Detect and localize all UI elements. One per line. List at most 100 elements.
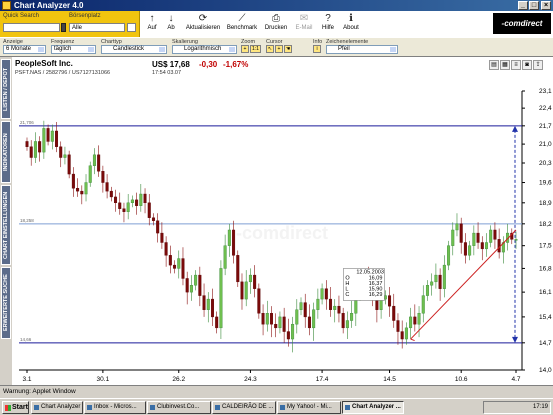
candle <box>135 199 139 206</box>
quick-search-go-button[interactable] <box>61 23 66 32</box>
exchange-search-button[interactable] <box>127 23 136 32</box>
start-button[interactable]: Start <box>2 401 29 414</box>
candle <box>291 323 295 340</box>
candle <box>29 146 33 158</box>
x-tick-label: 3.1 <box>22 376 31 383</box>
candle <box>337 305 341 314</box>
side-tabs: LISTEN / DEPOT INDIKATOREN CHART EINSTEL… <box>0 57 12 385</box>
benchmark-icon: ⟋ <box>238 13 246 24</box>
exchange-select[interactable]: Alle <box>69 23 125 32</box>
quick-search-input[interactable] <box>3 23 60 32</box>
quick-search-label: Quick Search <box>3 13 40 19</box>
taskbar-item-inbox[interactable]: Inbox - Micros... <box>84 401 146 414</box>
window-title: Chart Analyzer 4.0 <box>14 1 84 10</box>
candle <box>71 173 75 189</box>
y-tick-label: 14,0 <box>539 367 552 374</box>
candle <box>109 190 113 198</box>
taskbar-item-chart-analyzer[interactable]: Chart Analyzer ... <box>31 401 83 414</box>
candle <box>295 309 299 325</box>
toolbar-down-button[interactable]: ↓ Ab <box>156 12 186 31</box>
taskbar-item-my-yahoo[interactable]: My Yahoo! - Mi... <box>277 401 341 414</box>
toolbar-help-label: Hilfe <box>321 25 334 31</box>
toolbar-benchmark-button[interactable]: ⟋ Benchmark <box>226 12 258 31</box>
candle <box>164 242 168 256</box>
cursor-arrow-icon[interactable]: ↖ <box>266 45 274 53</box>
candle <box>400 331 404 340</box>
cursor-cross-icon[interactable]: + <box>275 45 283 53</box>
candle <box>181 258 185 279</box>
candle <box>307 316 311 329</box>
zeichenelemente-select[interactable]: Pfeil <box>326 45 398 54</box>
toolbar-print-button[interactable]: ⎙ Drucken <box>261 12 291 31</box>
tab-chart-einstellungen[interactable]: CHART EINSTELLUNGEN <box>1 185 11 265</box>
candle <box>202 295 206 310</box>
candle <box>248 274 252 283</box>
zoom-in-icon[interactable]: + <box>241 45 249 53</box>
candle <box>417 313 421 325</box>
save-icon[interactable]: ▤ <box>489 60 499 70</box>
horizontal-line-label: 18,258 <box>20 218 34 223</box>
taskbar-item-caldeirao[interactable]: CALDEIRÃO DE ... <box>212 401 276 414</box>
x-tick-label: 10.6 <box>455 376 468 383</box>
candle <box>396 320 400 332</box>
close-button[interactable]: × <box>541 1 551 10</box>
candle <box>409 316 413 329</box>
table-icon[interactable]: ▦ <box>500 60 510 70</box>
candle <box>42 128 46 153</box>
candle <box>177 258 181 269</box>
candle <box>38 141 42 153</box>
export-icon[interactable]: ⇪ <box>533 60 543 70</box>
skalierung-select[interactable]: Logarithmisch <box>172 45 237 54</box>
tab-listen-depot[interactable]: LISTEN / DEPOT <box>1 59 11 119</box>
candle <box>206 298 210 310</box>
minimize-button[interactable]: _ <box>518 1 528 10</box>
candle <box>447 245 451 266</box>
candle <box>278 316 282 329</box>
taskbar-item-chart-analyzer-active[interactable]: Chart Analyzer ... <box>342 401 404 414</box>
toolbar-refresh-button[interactable]: ⟳ Aktualisieren <box>183 12 223 31</box>
status-bar: Warnung: Applet Window <box>0 385 553 398</box>
candle <box>189 285 193 293</box>
camera-icon[interactable]: ◙ <box>522 60 532 70</box>
toolbar-about-button[interactable]: ℹ About <box>336 12 366 31</box>
candle <box>442 264 446 289</box>
candle <box>118 202 122 209</box>
y-tick-label: 22,4 <box>539 105 552 112</box>
candle <box>215 316 219 329</box>
candle <box>350 313 354 321</box>
zoom-control: Zoom +1:1 <box>241 39 265 53</box>
list-icon[interactable]: ≡ <box>511 60 521 70</box>
candle <box>299 302 303 310</box>
info-toggle-icon[interactable]: i <box>313 45 321 53</box>
taskbar-item-clubinvest[interactable]: Clubinvest.Co... <box>147 401 211 414</box>
anzeige-select[interactable]: 6 Monate <box>3 45 46 54</box>
candle <box>451 229 455 246</box>
candle <box>333 305 337 310</box>
zoom-ratio-button[interactable]: 1:1 <box>250 45 261 53</box>
cursor-hand-icon[interactable]: ☚ <box>284 45 292 53</box>
charttyp-select[interactable]: Candlestick <box>101 45 167 54</box>
candle <box>484 242 488 250</box>
candle <box>198 274 202 296</box>
y-tick-label: 21,0 <box>539 141 552 148</box>
candle <box>489 229 493 243</box>
price-chart[interactable]: -comdirect 23,1 22,4 21,7 21,0 20,3 19,6 18,9 18… <box>12 57 553 385</box>
candle <box>147 202 151 218</box>
stock-timestamp: 17:54 03.07 <box>152 70 182 76</box>
candle <box>84 182 88 195</box>
x-tick-label: 30.1 <box>97 376 110 383</box>
print-icon: ⎙ <box>272 13 280 24</box>
maximize-button[interactable]: □ <box>529 1 539 10</box>
candle <box>480 242 484 250</box>
candle <box>122 208 126 212</box>
y-tick-label: 19,6 <box>539 180 552 187</box>
clock: 17:19 <box>532 404 548 410</box>
candle <box>455 223 459 231</box>
candle <box>185 278 189 293</box>
candle <box>341 313 345 329</box>
chart-area: -comdirect 23,1 22,4 21,7 21,0 20,3 19,6 18,9 18… <box>12 57 553 385</box>
candle <box>232 229 236 256</box>
tab-indikatoren[interactable]: INDIKATOREN <box>1 121 11 183</box>
frequenz-select[interactable]: täglich <box>51 45 96 54</box>
tab-erweiterte-suche[interactable]: ERWEITERTE SUCHE <box>1 267 11 339</box>
